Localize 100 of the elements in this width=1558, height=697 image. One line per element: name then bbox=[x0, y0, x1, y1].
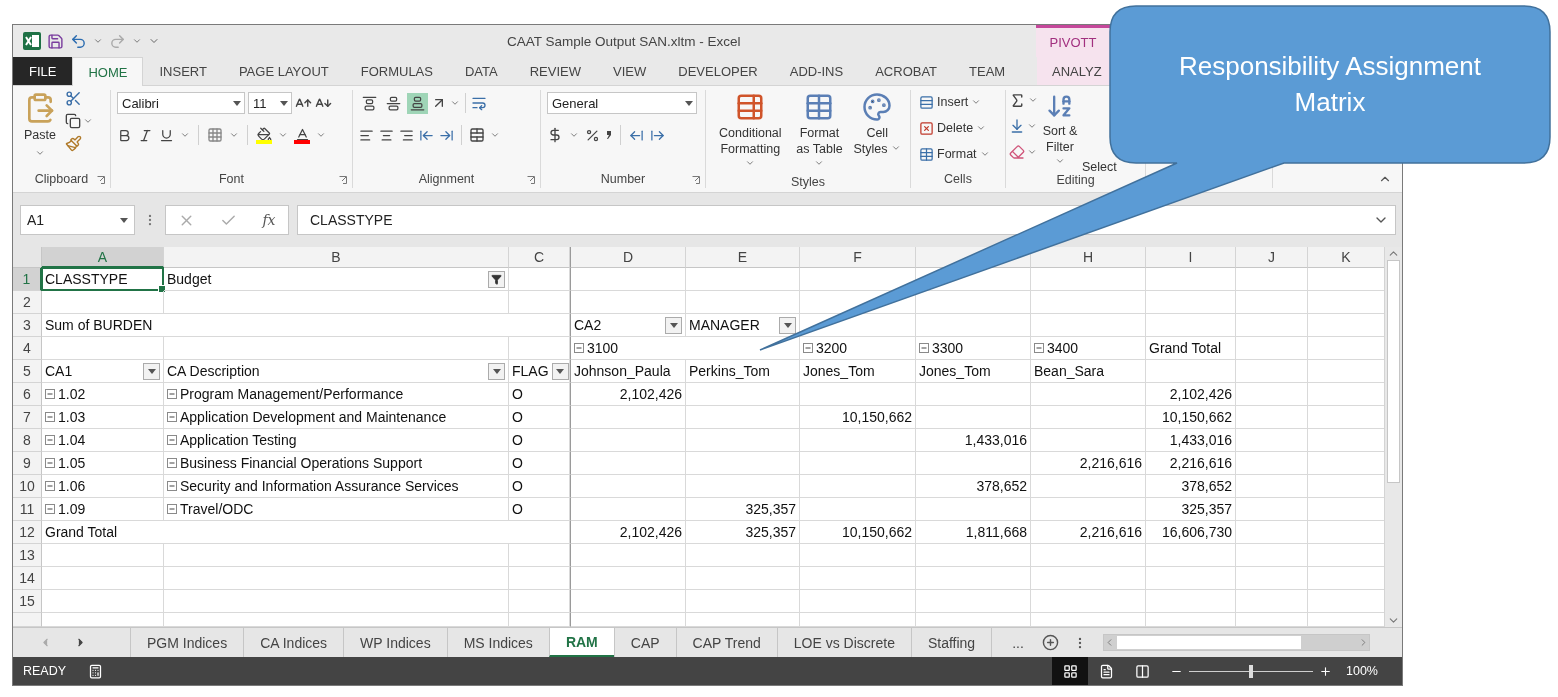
vertical-align-toggle[interactable] bbox=[407, 92, 428, 114]
fill-color-icon[interactable] bbox=[256, 126, 272, 144]
horizontal-scrollbar[interactable] bbox=[1102, 634, 1370, 651]
caret-icon[interactable] bbox=[1027, 147, 1037, 157]
collapse-icon[interactable] bbox=[167, 412, 177, 422]
table-cell[interactable]: 10,150,662 bbox=[800, 521, 916, 544]
table-cell[interactable]: O bbox=[509, 475, 570, 498]
table-cell[interactable] bbox=[570, 452, 686, 475]
filter-dropdown-button[interactable] bbox=[665, 316, 682, 334]
insert-function-button[interactable]: fx bbox=[262, 212, 276, 228]
table-cell[interactable] bbox=[1031, 314, 1146, 337]
table-cell[interactable] bbox=[686, 452, 800, 475]
collapse-icon[interactable] bbox=[45, 389, 55, 399]
table-cell[interactable]: 1.02 bbox=[42, 383, 164, 406]
filter-button[interactable] bbox=[488, 270, 505, 288]
ribbon-tab[interactable]: HOME bbox=[72, 57, 144, 86]
caret-icon[interactable] bbox=[979, 149, 990, 159]
dropdown-arrow-icon[interactable] bbox=[280, 100, 288, 106]
table-cell[interactable] bbox=[800, 429, 916, 452]
table-cell[interactable]: 10,150,662 bbox=[800, 406, 916, 429]
table-cell[interactable]: 1,811,668 bbox=[916, 521, 1031, 544]
redo-icon[interactable] bbox=[109, 32, 126, 50]
table-cell[interactable]: 2,216,616 bbox=[1031, 452, 1146, 475]
ribbon-tab[interactable]: ADD-INS bbox=[773, 57, 860, 85]
ribbon-tab[interactable]: DATA bbox=[448, 57, 514, 85]
column-header[interactable]: J bbox=[1236, 247, 1308, 268]
ribbon-tab[interactable]: DEVELOPER bbox=[662, 57, 774, 85]
table-cell[interactable] bbox=[1031, 567, 1146, 590]
table-cell[interactable]: 1.03 bbox=[42, 406, 164, 429]
table-cell[interactable]: Security and Information Assurance Services bbox=[164, 475, 509, 498]
caret-icon[interactable] bbox=[132, 36, 142, 46]
cut-icon[interactable] bbox=[65, 90, 82, 107]
ribbon-tab[interactable]: INSERT bbox=[143, 57, 223, 85]
table-cell[interactable] bbox=[1146, 268, 1236, 291]
table-cell[interactable] bbox=[42, 291, 164, 314]
table-cell[interactable] bbox=[686, 406, 800, 429]
table-cell[interactable] bbox=[1146, 590, 1236, 613]
table-cell[interactable] bbox=[1031, 498, 1146, 521]
row-header[interactable]: 9 bbox=[13, 452, 42, 475]
find-select-button[interactable]: Select bbox=[1082, 158, 1117, 175]
table-cell[interactable] bbox=[800, 544, 916, 567]
table-cell[interactable]: 2,102,426 bbox=[570, 521, 686, 544]
table-cell[interactable] bbox=[916, 383, 1031, 406]
table-cell[interactable] bbox=[1146, 360, 1236, 383]
table-cell[interactable]: 10,150,662 bbox=[1146, 406, 1236, 429]
row-header[interactable]: 3 bbox=[13, 314, 42, 337]
table-cell[interactable] bbox=[1146, 314, 1236, 337]
caret-icon[interactable] bbox=[569, 130, 579, 140]
filter-dropdown-button[interactable] bbox=[488, 362, 505, 380]
table-cell[interactable]: Jones_Tom bbox=[800, 360, 916, 383]
table-cell[interactable]: 3200 bbox=[800, 337, 916, 360]
bold-icon[interactable] bbox=[117, 127, 132, 143]
caret-icon[interactable] bbox=[278, 130, 288, 140]
cells-button[interactable]: Insert bbox=[917, 90, 984, 114]
currency-icon[interactable] bbox=[547, 127, 563, 143]
table-cell[interactable]: 325,357 bbox=[686, 521, 800, 544]
table-cell[interactable]: Grand Total bbox=[1146, 337, 1236, 360]
font-color-icon[interactable] bbox=[294, 126, 310, 144]
table-cell[interactable]: Travel/ODC bbox=[164, 498, 509, 521]
table-cell[interactable] bbox=[800, 383, 916, 406]
add-sheet-icon[interactable] bbox=[1041, 634, 1059, 651]
table-cell[interactable]: FLAG bbox=[509, 360, 570, 383]
row-header[interactable]: 10 bbox=[13, 475, 42, 498]
table-cell[interactable] bbox=[1236, 291, 1308, 314]
table-cell[interactable]: Program Management/Performance bbox=[164, 383, 509, 406]
column-header[interactable]: D bbox=[570, 247, 686, 268]
table-cell[interactable] bbox=[570, 406, 686, 429]
row-header[interactable]: 4 bbox=[13, 337, 42, 360]
collapse-icon[interactable] bbox=[167, 435, 177, 445]
table-cell[interactable] bbox=[686, 544, 800, 567]
table-cell[interactable] bbox=[570, 590, 686, 613]
styles-button[interactable]: Conditional Formatting bbox=[712, 90, 789, 175]
table-cell[interactable]: Business Financial Operations Support bbox=[164, 452, 509, 475]
table-cell[interactable] bbox=[509, 268, 570, 291]
collapse-icon[interactable] bbox=[167, 504, 177, 514]
column-header[interactable]: F bbox=[800, 247, 916, 268]
table-cell[interactable]: O bbox=[509, 406, 570, 429]
number-format-dropdown[interactable]: General bbox=[547, 92, 697, 114]
table-cell[interactable]: 1,433,016 bbox=[916, 429, 1031, 452]
collapse-icon[interactable] bbox=[574, 343, 584, 353]
table-cell[interactable] bbox=[42, 567, 164, 590]
table-cell[interactable] bbox=[570, 268, 686, 291]
ribbon-tab[interactable]: ACROBAT bbox=[859, 57, 954, 85]
caret-icon[interactable] bbox=[1027, 121, 1037, 131]
caret-icon[interactable] bbox=[180, 130, 190, 140]
dropdown-arrow-icon[interactable] bbox=[783, 322, 792, 328]
table-cell[interactable] bbox=[1236, 406, 1308, 429]
row-header[interactable]: 12 bbox=[13, 521, 42, 544]
column-header[interactable]: I bbox=[1146, 247, 1236, 268]
table-cell[interactable]: 378,652 bbox=[1146, 475, 1236, 498]
table-cell[interactable] bbox=[164, 337, 509, 360]
table-cell[interactable] bbox=[42, 590, 164, 613]
align-left-icon[interactable] bbox=[359, 127, 374, 143]
table-cell[interactable] bbox=[1031, 268, 1146, 291]
table-cell[interactable] bbox=[916, 498, 1031, 521]
table-cell[interactable] bbox=[1236, 475, 1308, 498]
table-cell[interactable] bbox=[686, 567, 800, 590]
table-cell[interactable]: 2,102,426 bbox=[1146, 383, 1236, 406]
table-cell[interactable] bbox=[509, 544, 570, 567]
dropdown-arrow-icon[interactable] bbox=[685, 100, 693, 106]
